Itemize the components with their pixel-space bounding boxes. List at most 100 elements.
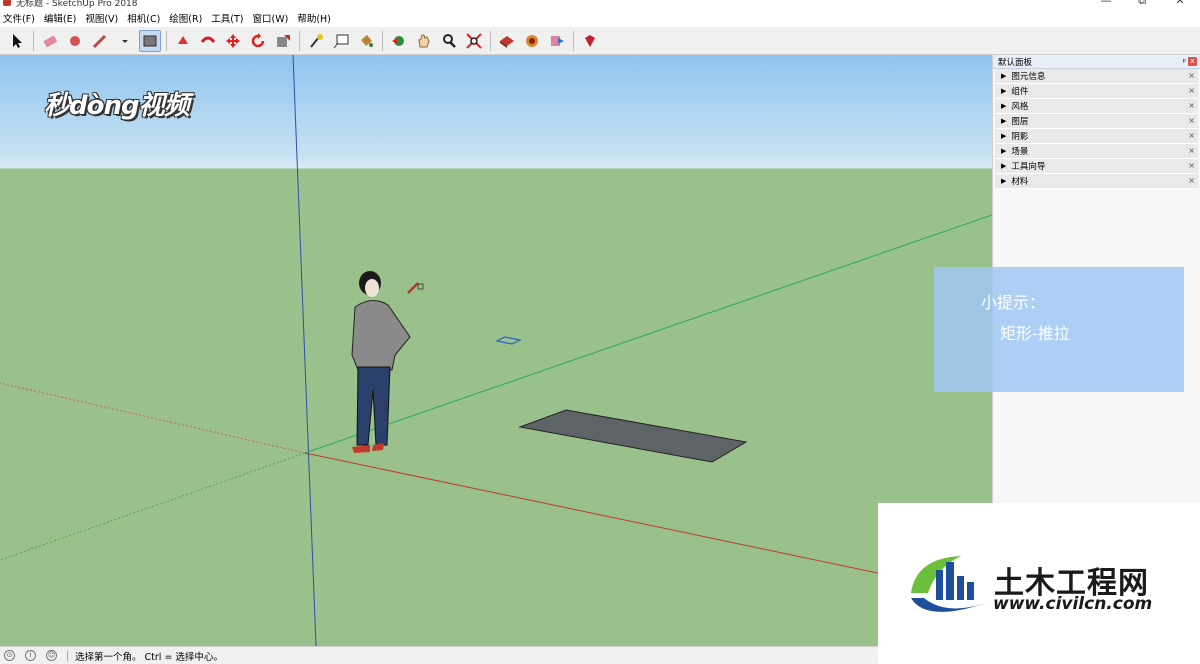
rectangle-icon [143, 35, 157, 46]
pushpull-tool-button[interactable] [172, 30, 194, 52]
zoom-extents-icon [466, 32, 482, 49]
menu-file[interactable]: 文件(F) [3, 11, 35, 25]
rectangle-tool-button[interactable] [139, 29, 161, 52]
rectangle-face[interactable] [518, 409, 748, 463]
tray-item-components[interactable]: ▶ 组件 × [995, 84, 1198, 99]
expand-arrow-icon: ▶ [1001, 87, 1007, 95]
rotate-tool-button[interactable] [247, 30, 269, 52]
select-tool-button[interactable] [6, 30, 28, 52]
close-icon[interactable]: × [1188, 146, 1195, 155]
close-icon[interactable]: × [1188, 101, 1195, 110]
tray-header: 默认面板 ᵖ x [993, 55, 1200, 69]
scale-figure-person [351, 271, 411, 453]
toolbar-separator [33, 30, 34, 51]
pushpull-icon [178, 35, 188, 44]
menu-help[interactable]: 帮助(H) [297, 11, 331, 25]
extension-warehouse-button[interactable] [521, 30, 543, 52]
tool-dropdown-button[interactable] [114, 30, 136, 52]
scale-icon [277, 34, 290, 47]
followme-tool-button[interactable] [197, 30, 219, 52]
paint-icon [70, 35, 80, 46]
tip-body: 矩形-推拉 [1000, 324, 1070, 343]
text-tool-button[interactable] [330, 30, 352, 52]
expand-arrow-icon: ▶ [1001, 102, 1007, 110]
eraser-icon [43, 35, 57, 47]
orbit-icon [392, 35, 404, 46]
pin-icon[interactable]: ᵖ [1183, 57, 1186, 66]
civilcn-emblem-icon [911, 556, 986, 612]
civilcn-url: www.civilcn.com [993, 594, 1153, 614]
rotate-icon [251, 32, 265, 47]
minimize-button[interactable]: — [1096, 0, 1116, 7]
close-icon[interactable]: × [1188, 176, 1195, 185]
menu-camera[interactable]: 相机(C) [127, 11, 160, 25]
red-axis-negative [0, 382, 306, 454]
tray-title: 默认面板 [998, 57, 1033, 68]
zoom-extents-tool-button[interactable] [463, 30, 485, 52]
paint-tool-button[interactable] [64, 30, 86, 52]
tray-item-instructor[interactable]: ▶ 工具向导 × [995, 159, 1198, 174]
status-message: 选择第一个角。 Ctrl = 选择中心。 [75, 651, 223, 663]
orbit-tool-button[interactable] [388, 30, 410, 52]
tray-item-shadows[interactable]: ▶ 阴影 × [995, 129, 1198, 144]
close-icon[interactable]: × [1188, 71, 1195, 80]
tray-item-layers[interactable]: ▶ 图层 × [995, 114, 1198, 129]
miaodong-video-logo: 秒dòng视频 [44, 91, 190, 121]
ruby-gem-icon [585, 34, 595, 47]
scene-canvas [0, 55, 992, 646]
arrow-cursor-icon [13, 33, 22, 48]
status-separator [67, 649, 68, 662]
tape-measure-tool-button[interactable] [305, 30, 327, 52]
chevron-down-icon [122, 39, 128, 43]
menu-window[interactable]: 窗口(W) [253, 11, 289, 25]
eraser-tool-button[interactable] [39, 30, 61, 52]
close-icon[interactable]: × [1188, 131, 1195, 140]
civilcn-logo-block: 土木工程网 www.civilcn.com [878, 503, 1200, 664]
maximize-button[interactable]: ⧉ [1132, 0, 1152, 8]
tape-measure-icon [310, 33, 323, 48]
pan-tool-button[interactable] [413, 30, 435, 52]
menu-tools[interactable]: 工具(T) [211, 11, 243, 25]
status-bar: ⊙ i ☺ 选择第一个角。 Ctrl = 选择中心。 [0, 646, 878, 664]
close-window-button[interactable]: ✕ [1170, 0, 1190, 7]
close-icon[interactable]: × [1188, 116, 1195, 125]
expand-arrow-icon: ▶ [1001, 147, 1007, 155]
geolocation-icon[interactable]: ⊙ [4, 650, 15, 661]
ruby-console-button[interactable] [579, 30, 601, 52]
tray-item-styles[interactable]: ▶ 风格 × [995, 99, 1198, 114]
send-icon [551, 35, 564, 46]
sketchup-app-icon [3, 0, 11, 6]
cursor-rectangle-marker [495, 336, 522, 345]
user-account-icon[interactable]: ☺ [46, 650, 57, 661]
3d-warehouse-button[interactable] [496, 30, 518, 52]
model-viewport[interactable]: 秒dòng视频 [0, 55, 992, 646]
close-icon[interactable]: × [1188, 161, 1195, 170]
toolbar-separator [490, 30, 491, 51]
paint-bucket-tool-button[interactable] [355, 30, 377, 52]
tray-item-entity-info[interactable]: ▶ 图元信息 × [995, 69, 1198, 84]
menu-draw[interactable]: 绘图(R) [169, 11, 202, 25]
line-tool-button[interactable] [89, 30, 111, 52]
tray-item-scenes[interactable]: ▶ 场景 × [995, 144, 1198, 159]
followme-icon [200, 36, 216, 43]
expand-arrow-icon: ▶ [1001, 162, 1007, 170]
menu-view[interactable]: 视图(V) [85, 11, 118, 25]
scale-tool-button[interactable] [272, 30, 294, 52]
window-title: 无标题 - SketchUp Pro 2018 [16, 0, 138, 9]
expand-arrow-icon: ▶ [1001, 72, 1007, 80]
paint-bucket-icon [361, 34, 373, 47]
tray-close-button[interactable]: x [1188, 57, 1197, 66]
tray-item-materials[interactable]: ▶ 材料 × [995, 174, 1198, 189]
menu-edit[interactable]: 编辑(E) [44, 11, 76, 25]
tip-overlay: 小提示： 矩形-推拉 [934, 267, 1184, 392]
send-to-layout-button[interactable] [546, 30, 568, 52]
green-axis-negative [0, 452, 306, 561]
toolbar-separator [299, 30, 300, 51]
expand-arrow-icon: ▶ [1001, 177, 1007, 185]
toolbar-separator [382, 30, 383, 51]
close-icon[interactable]: × [1188, 86, 1195, 95]
main-toolbar [0, 27, 1200, 55]
credits-info-icon[interactable]: i [25, 650, 36, 661]
zoom-tool-button[interactable] [438, 30, 460, 52]
move-tool-button[interactable] [222, 30, 244, 52]
